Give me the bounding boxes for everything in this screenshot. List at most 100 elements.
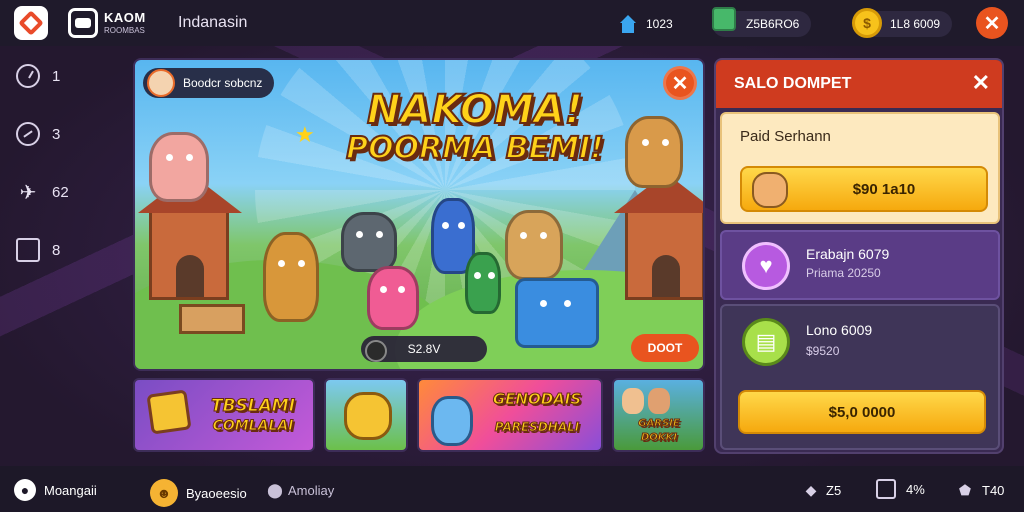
sidebar-item-3[interactable]: ✈ 62 [16,180,69,204]
clock-icon [16,64,40,88]
kid-character [622,388,644,414]
diamond-icon [18,10,44,36]
home-icon [618,15,638,33]
wallet-panel: SALO DOMPET ✕ Paid Serhann $90 1a10 ♥ Er… [714,58,1004,454]
top-bar: KAOM ROOMBAS Indanasin 1023 Z5B6RO6 $ 1L… [0,0,1024,46]
card3-title: Lono 6009 [806,322,873,338]
banner-cta-button[interactable]: DOOT [631,334,699,362]
bottom-item-character[interactable]: ☻ Byaoeesio [150,479,247,507]
wallet-card-1: Paid Serhann $90 1a10 [720,112,1000,224]
controller-icon [68,8,98,38]
thumbnail-3[interactable]: GENODAIS PARESDHALI [417,378,603,452]
box-icon [16,238,40,262]
bottom-stat3-value: T40 [982,482,1005,498]
dashboard-icon [16,122,40,146]
thumbnail-4-title: GARSIE [638,418,680,430]
bottom-stat-2[interactable]: 4% [876,479,925,499]
thumbnail-4[interactable]: GARSIE DOKKI [612,378,705,452]
home-stat[interactable]: 1023 [618,11,673,37]
bottom-stat-1[interactable]: ◆ Z5 [800,479,842,501]
thumbnail-2[interactable] [324,378,408,452]
green-character [465,252,501,314]
thumbnail-1[interactable]: TBSLAMI COMLALAI [133,378,315,452]
sidebar-item-2[interactable]: 3 [16,122,60,146]
sidebar-item-value: 8 [52,241,61,259]
truck-character [515,278,599,348]
player-tag[interactable]: Boodcr sobcnz [143,68,275,98]
sidebar-item-value: 3 [52,125,61,143]
dog-character [625,116,683,188]
house-right [614,173,703,300]
card2-title: Erabajn 6079 [806,246,890,262]
price-pill[interactable]: S2.8V [361,336,487,362]
card3-buy-button[interactable]: $5,0 0000 [738,390,986,434]
sidebar-item-value: 1 [52,67,61,85]
gift-icon [712,7,736,31]
wallet-card-3: ▤ Lono 6009 $9520 $5,0 0000 [720,304,1000,450]
price-label: S2.8V [407,342,441,356]
crate-decoration [179,304,245,334]
home-stat-value: 1023 [646,17,673,31]
card1-buy-button[interactable]: $90 1a10 [740,166,988,212]
chick-character [344,392,392,440]
pink-dog-character [367,266,419,330]
brand-subtitle: ROOMBAS [104,26,145,35]
app-logo[interactable] [14,6,48,40]
player-tag-label: Boodcr sobcnz [183,76,263,90]
card2-subtitle: Priama 20250 [806,266,881,280]
thumbnail-1-title: TBSLAMI [210,396,296,417]
cat-character [431,396,473,446]
thumbnail-1-subtitle: COMLALAI [212,418,294,435]
sidebar-item-value: 62 [52,183,69,201]
sidebar-item-4[interactable]: 8 [16,238,60,262]
sidebar-item-1[interactable]: 1 [16,64,60,88]
shield-icon: ◆ [805,481,817,498]
thumbnail-3-title: GENODAIS [492,390,582,409]
bottom-left-label: Moangaii [44,482,97,498]
character-icon [752,172,788,208]
close-icon: ✕ [671,72,689,95]
bear-character-2 [505,210,563,280]
gem-box-icon [146,389,192,435]
document-icon: ▤ [742,318,790,366]
character-icon: ☻ [150,479,178,507]
avatar [147,69,175,97]
close-button[interactable]: ✕ [976,7,1008,39]
pig-character [149,132,209,202]
brand-title: KAOM [104,10,146,25]
bottom-mid-label: Byaoeesio [186,485,247,501]
close-icon: ✕ [983,12,1001,35]
kid-character [648,388,670,414]
panel-header: SALO DOMPET ✕ [716,60,1002,108]
star-icon: ★ [295,122,315,147]
bottom-item-location[interactable]: ⬤ Amoliay [267,479,334,501]
badge-icon: ⬟ [958,481,972,498]
region-label[interactable]: Indanasin [178,14,247,32]
tag-icon [876,479,896,499]
coin-stat[interactable]: $ 1L8 6009 [852,8,953,38]
bottom-stat2-value: 4% [906,481,925,497]
profile-icon: ● [14,479,36,501]
banner-headline: NAKOMA! POORMA BEMI! [345,87,605,167]
coin-icon: $ [852,8,882,38]
banner-close-button[interactable]: ✕ [663,66,697,100]
gift-stat-value: Z5B6RO6 [746,17,800,31]
pin-icon: ⬤ [267,481,283,498]
wallet-card-2[interactable]: ♥ Erabajn 6079 Priama 20250 [720,230,1000,300]
coin-stat-value: 1L8 6009 [890,17,941,31]
panel-title: SALO DOMPET [734,75,852,92]
bear-character [263,232,319,322]
headline-line1: NAKOMA! [366,87,584,133]
promo-banner[interactable]: ★ Boodcr sobcnz ✕ NAKOMA! POORMA BEMI! S… [133,58,705,371]
headline-line2: POORMA BEMI! [345,131,605,167]
thumbnail-4-subtitle: DOKKI [640,432,678,444]
bottom-stat-3[interactable]: ⬟ T40 [954,479,1005,501]
bottom-stat1-value: Z5 [826,482,842,498]
bottom-item-home[interactable]: ● Moangaii [14,479,97,501]
gift-stat[interactable]: Z5B6RO6 [712,7,812,37]
plane-icon: ✈ [19,181,37,204]
thumbnail-3-subtitle: PARESDHALI [494,420,580,435]
robot-character [341,212,397,272]
panel-close-button[interactable]: ✕ [972,70,990,96]
house-left [138,173,242,300]
